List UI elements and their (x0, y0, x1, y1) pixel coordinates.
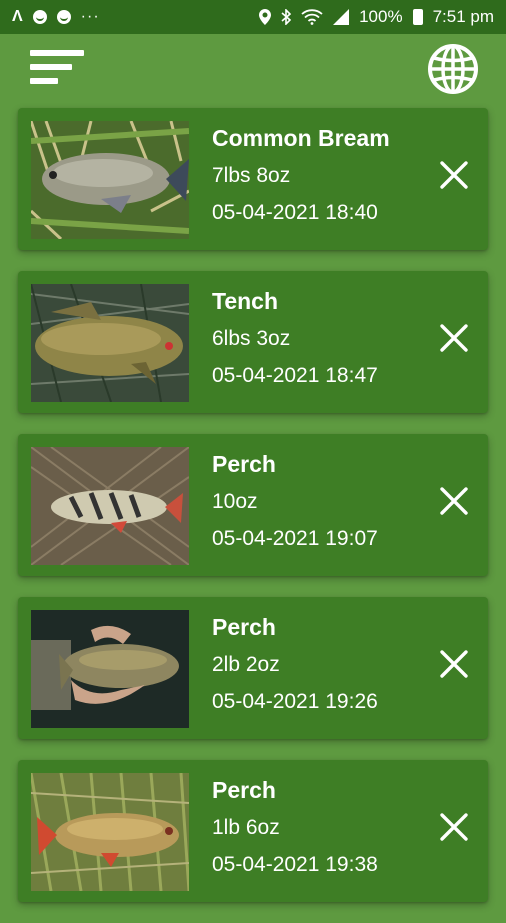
close-icon[interactable] (438, 811, 470, 843)
catch-species: Perch (212, 777, 276, 803)
catch-photo (31, 773, 189, 891)
close-icon[interactable] (438, 648, 470, 680)
notification-icon (32, 10, 47, 24)
catch-datetime: 05-04-2021 18:40 (212, 201, 378, 224)
sort-menu-icon[interactable] (30, 48, 86, 88)
catch-card[interactable]: Perch 1lb 6oz 05-04-2021 19:38 (18, 760, 488, 902)
status-left-icons: Λ ··· (12, 9, 100, 25)
battery-percent: 100% (359, 7, 403, 26)
notification-icon (56, 10, 71, 24)
catch-species: Common Bream (212, 125, 390, 151)
catch-weight: 1lb 6oz (212, 816, 280, 839)
close-icon[interactable] (438, 322, 470, 354)
catch-species: Perch (212, 451, 276, 477)
catch-weight: 7lbs 8oz (212, 164, 291, 187)
catch-list: Common Bream 7lbs 8oz 05-04-2021 18:40 T… (18, 108, 488, 923)
catch-photo (31, 610, 189, 728)
catch-photo (31, 284, 189, 402)
location-icon (259, 9, 272, 25)
catch-species: Perch (212, 614, 276, 640)
status-bar: Λ ··· 100% 7:51 pm (0, 0, 506, 34)
catch-weight: 10oz (212, 490, 258, 513)
catch-photo (31, 121, 189, 239)
app-bar (0, 34, 506, 100)
catch-species: Tench (212, 288, 279, 314)
globe-icon[interactable] (426, 42, 480, 96)
catch-card[interactable]: Perch 10oz 05-04-2021 19:07 (18, 434, 488, 576)
catch-datetime: 05-04-2021 19:38 (212, 853, 378, 876)
catch-card[interactable]: Tench 6lbs 3oz 05-04-2021 18:47 (18, 271, 488, 413)
close-icon[interactable] (438, 159, 470, 191)
catch-card[interactable]: Perch 2lb 2oz 05-04-2021 19:26 (18, 597, 488, 739)
catch-datetime: 05-04-2021 19:26 (212, 690, 378, 713)
clock: 7:51 pm (432, 7, 494, 26)
wifi-icon (301, 9, 323, 25)
more-dots-icon: ··· (80, 8, 100, 25)
battery-icon (412, 9, 423, 25)
status-right-icons: 100% 7:51 pm (259, 7, 494, 27)
catch-card[interactable]: Common Bream 7lbs 8oz 05-04-2021 18:40 (18, 108, 488, 250)
catch-datetime: 05-04-2021 18:47 (212, 364, 378, 387)
catch-weight: 2lb 2oz (212, 653, 280, 676)
close-icon[interactable] (438, 485, 470, 517)
app-a-icon: Λ (12, 8, 23, 25)
catch-weight: 6lbs 3oz (212, 327, 291, 350)
signal-icon (333, 9, 350, 25)
catch-datetime: 05-04-2021 19:07 (212, 527, 378, 550)
bluetooth-icon (281, 9, 292, 25)
catch-photo (31, 447, 189, 565)
